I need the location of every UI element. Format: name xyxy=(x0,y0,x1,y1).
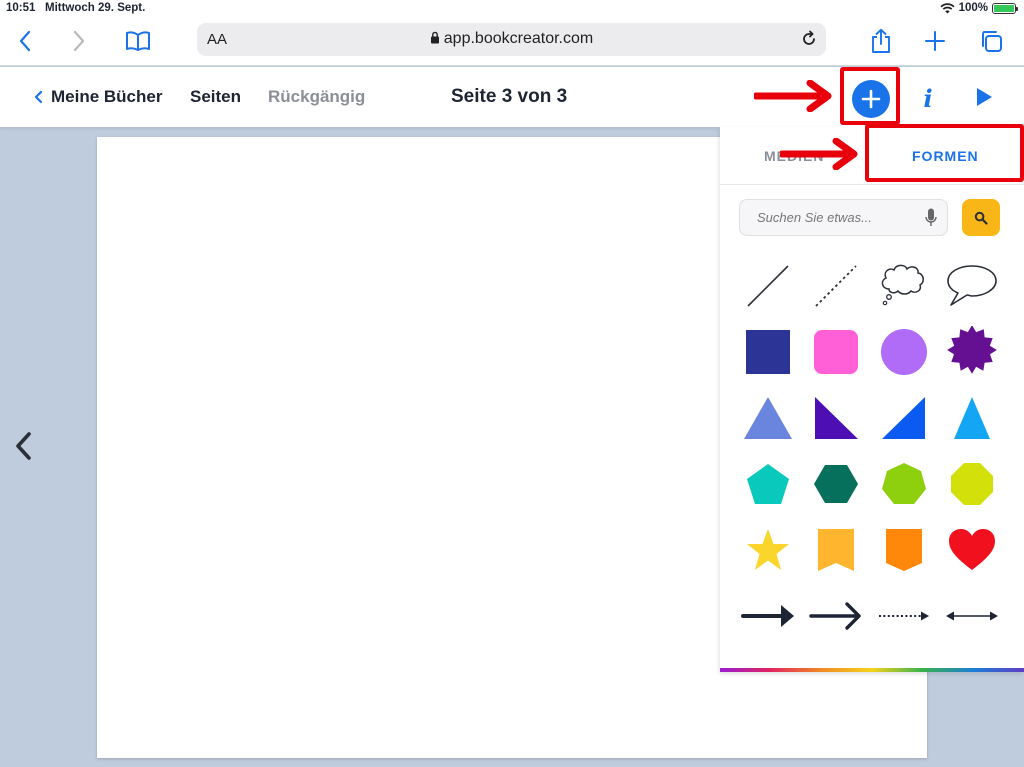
octagon-icon xyxy=(951,463,993,505)
my-books-back-button[interactable]: Meine Bücher xyxy=(34,87,162,107)
battery-percent: 100% xyxy=(958,2,988,14)
book-icon xyxy=(126,31,150,51)
starburst-icon xyxy=(947,326,997,374)
shape-speech-bubble[interactable] xyxy=(938,255,1006,317)
shape-open-arrow[interactable] xyxy=(802,585,870,647)
shape-banner[interactable] xyxy=(802,519,870,581)
shape-star[interactable] xyxy=(734,519,802,581)
add-panel: MEDIEN FORMEN xyxy=(720,127,1024,672)
reload-icon[interactable] xyxy=(800,30,818,48)
shape-starburst[interactable] xyxy=(938,321,1006,383)
chevron-left-icon xyxy=(19,30,31,52)
add-button-highlight xyxy=(840,67,900,125)
shape-square[interactable] xyxy=(734,321,802,383)
shape-right-triangle[interactable] xyxy=(802,387,870,449)
shape-pentagon[interactable] xyxy=(734,453,802,515)
shape-thick-arrow[interactable] xyxy=(734,585,802,647)
my-books-label: Meine Bücher xyxy=(51,87,163,106)
chevron-left-icon xyxy=(34,90,43,104)
banner-icon xyxy=(818,529,854,571)
lock-icon xyxy=(430,31,439,44)
shape-circle[interactable] xyxy=(870,321,938,383)
heptagon-icon xyxy=(882,463,926,504)
shape-dotted-arrow[interactable] xyxy=(870,585,938,647)
bookmarks-button[interactable] xyxy=(121,24,155,58)
status-date: Mittwoch 29. Sept. xyxy=(45,2,146,14)
page-title: Seite 3 von 3 xyxy=(451,86,568,107)
thought-bubble-icon xyxy=(881,264,924,306)
hexagon-icon xyxy=(814,465,858,503)
line-icon xyxy=(747,265,789,307)
star-icon xyxy=(747,529,789,570)
shape-heart[interactable] xyxy=(938,519,1006,581)
status-bar: 10:51 Mittwoch 29. Sept. 100% xyxy=(0,0,1024,18)
chevron-left-icon xyxy=(16,432,31,460)
rainbow-divider xyxy=(720,668,1024,672)
share-button[interactable] xyxy=(864,24,898,58)
speech-bubble-icon xyxy=(947,265,997,306)
rounded-square-icon xyxy=(814,330,858,374)
dotted-arrow-icon xyxy=(879,611,929,621)
new-tab-button[interactable] xyxy=(918,24,952,58)
previous-page-button[interactable] xyxy=(12,430,34,467)
undo-button[interactable]: Rückgängig xyxy=(268,87,365,107)
url-text: app.bookcreator.com xyxy=(443,30,594,47)
shape-triangle[interactable] xyxy=(734,387,802,449)
square-icon xyxy=(746,330,790,374)
shape-hexagon[interactable] xyxy=(802,453,870,515)
shape-heptagon[interactable] xyxy=(870,453,938,515)
browser-toolbar: AA app.bookcreator.com xyxy=(0,18,1024,66)
search-icon xyxy=(974,211,988,225)
microphone-icon[interactable] xyxy=(925,208,937,228)
heart-icon xyxy=(949,529,995,570)
tabs-overview-button[interactable] xyxy=(974,24,1008,58)
triangle-icon xyxy=(744,397,792,439)
browser-back-button[interactable] xyxy=(8,24,42,58)
browser-forward-button[interactable] xyxy=(62,24,96,58)
shape-search-box xyxy=(739,199,948,236)
search-button[interactable] xyxy=(962,199,1000,236)
shape-dotted-line[interactable] xyxy=(802,255,870,317)
right-triangle-flipped-icon xyxy=(882,397,925,439)
red-arrow-icon xyxy=(780,138,858,170)
wifi-icon xyxy=(939,2,955,13)
info-icon: i xyxy=(923,84,933,113)
address-bar[interactable]: AA app.bookcreator.com xyxy=(197,23,826,56)
thick-arrow-icon xyxy=(741,605,794,627)
open-arrow-icon xyxy=(809,602,861,630)
shield-tag-icon xyxy=(886,529,922,571)
pages-button[interactable]: Seiten xyxy=(190,87,241,107)
info-button[interactable]: i xyxy=(918,84,938,113)
url-display[interactable]: app.bookcreator.com xyxy=(197,30,826,48)
shape-rounded-square[interactable] xyxy=(802,321,870,383)
shape-shield-tag[interactable] xyxy=(870,519,938,581)
chevron-right-icon xyxy=(73,30,85,52)
shape-octagon[interactable] xyxy=(938,453,1006,515)
shape-search-input[interactable] xyxy=(740,200,920,235)
tall-triangle-icon xyxy=(954,397,990,439)
shape-right-triangle-flipped[interactable] xyxy=(870,387,938,449)
plus-icon xyxy=(925,31,945,51)
shape-tall-triangle[interactable] xyxy=(938,387,1006,449)
status-time: 10:51 xyxy=(6,2,36,14)
right-triangle-icon xyxy=(815,397,858,439)
play-icon xyxy=(977,88,992,106)
shapes-tab-highlight xyxy=(865,124,1024,182)
pentagon-icon xyxy=(747,464,789,504)
red-arrow-icon xyxy=(754,80,832,112)
double-arrow-icon xyxy=(946,611,998,621)
shape-thought-bubble[interactable] xyxy=(870,255,938,317)
battery-icon xyxy=(992,2,1018,14)
circle-icon xyxy=(881,329,927,375)
status-right: 100% xyxy=(939,2,1018,14)
play-button[interactable] xyxy=(974,86,994,113)
shape-double-arrow[interactable] xyxy=(938,585,1006,647)
tabs-icon xyxy=(982,31,1002,52)
share-icon xyxy=(872,28,890,53)
dotted-line-icon xyxy=(815,265,857,307)
shape-line[interactable] xyxy=(734,255,802,317)
